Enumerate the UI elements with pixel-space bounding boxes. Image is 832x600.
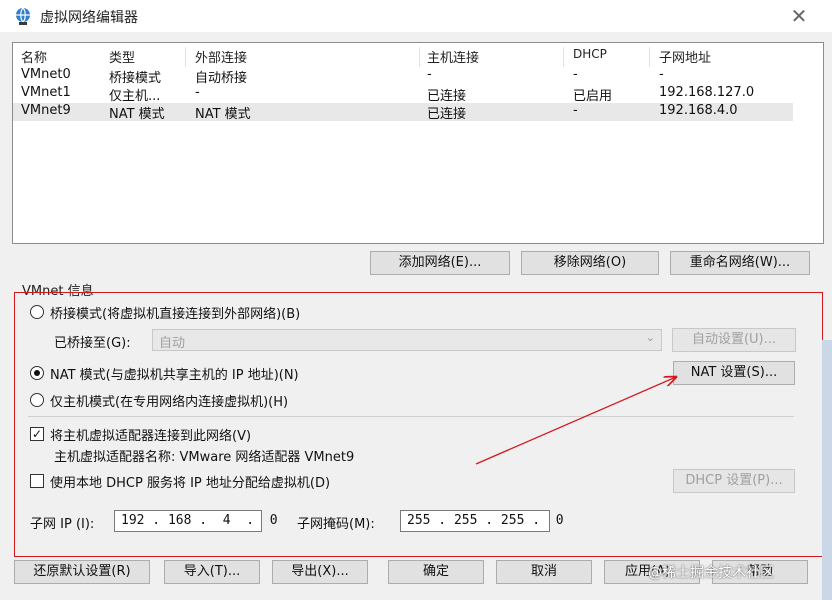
cell-name: VMnet1 <box>21 85 71 100</box>
close-icon[interactable]: ✕ <box>784 2 814 30</box>
add-network-button[interactable]: 添加网络(E)... <box>370 251 510 275</box>
restore-defaults-button[interactable]: 还原默认设置(R) <box>14 560 150 584</box>
host-only-radio[interactable] <box>30 393 44 407</box>
subnet-mask-label: 子网掩码(M): <box>297 517 375 532</box>
cancel-button[interactable]: 取消 <box>496 560 592 584</box>
cell-type: NAT 模式 <box>109 107 165 122</box>
column-header-type[interactable]: 类型 <box>109 47 135 66</box>
network-list[interactable]: 名称 类型 外部连接 主机连接 DHCP 子网地址 VMnet0 桥接模式 自动… <box>12 42 824 244</box>
cell-name: VMnet0 <box>21 67 71 82</box>
connect-adapter-checkbox[interactable]: ✓ <box>30 427 44 441</box>
import-button[interactable]: 导入(T)... <box>164 560 260 584</box>
host-only-label[interactable]: 仅主机模式(在专用网络内连接虚拟机)(H) <box>50 391 288 410</box>
chevron-down-icon: ⌄ <box>645 331 655 344</box>
network-globe-icon <box>16 7 30 25</box>
bridged-mode-radio[interactable] <box>30 305 44 319</box>
divider <box>28 416 794 417</box>
cell-host: 已连接 <box>427 89 467 104</box>
column-header-dhcp[interactable]: DHCP <box>573 47 607 61</box>
dhcp-checkbox[interactable] <box>30 474 44 488</box>
export-button[interactable]: 导出(X)... <box>272 560 368 584</box>
cell-subnet: 192.168.4.0 <box>659 103 738 118</box>
rename-network-button[interactable]: 重命名网络(W)... <box>670 251 810 275</box>
cell-external: 自动桥接 <box>195 71 248 86</box>
table-row-selected[interactable]: VMnet9 NAT 模式 NAT 模式 已连接 - 192.168.4.0 <box>13 103 793 122</box>
bridged-mode-label[interactable]: 桥接模式(将虚拟机直接连接到外部网络)(B) <box>50 303 300 322</box>
column-header-host[interactable]: 主机连接 <box>427 47 479 66</box>
subnet-mask-input[interactable]: 255 . 255 . 255 . 0 <box>400 510 564 532</box>
cell-name: VMnet9 <box>21 103 71 118</box>
connect-adapter-label[interactable]: 将主机虚拟适配器连接到此网络(V) <box>50 425 251 444</box>
remove-network-button[interactable]: 移除网络(O) <box>521 251 659 275</box>
bridged-to-value: 自动 <box>159 336 186 351</box>
cell-subnet: - <box>659 67 664 82</box>
cell-external: NAT 模式 <box>195 107 251 122</box>
cell-dhcp: - <box>573 67 578 82</box>
bridged-to-label: 已桥接至(G): <box>54 336 131 351</box>
subnet-ip-input[interactable]: 192 . 168 . 4 . 0 <box>114 510 278 532</box>
watermark: @稀土掘金技术社区 <box>648 565 774 581</box>
column-header-external[interactable]: 外部连接 <box>195 47 247 66</box>
auto-settings-button[interactable]: 自动设置(U)... <box>672 328 796 352</box>
nat-mode-radio[interactable] <box>30 366 44 380</box>
dhcp-settings-button[interactable]: DHCP 设置(P)... <box>673 469 795 493</box>
cell-host: 已连接 <box>427 107 467 122</box>
cell-host: - <box>427 67 432 82</box>
column-header-name[interactable]: 名称 <box>21 47 47 66</box>
nat-mode-label[interactable]: NAT 模式(与虚拟机共享主机的 IP 地址)(N) <box>50 364 299 383</box>
cell-dhcp: - <box>573 103 578 118</box>
cell-type: 仅主机... <box>109 89 161 104</box>
table-row[interactable]: VMnet0 桥接模式 自动桥接 - - - <box>13 67 793 86</box>
ok-button[interactable]: 确定 <box>388 560 484 584</box>
column-header-subnet[interactable]: 子网地址 <box>659 47 711 66</box>
list-header: 名称 类型 外部连接 主机连接 DHCP 子网地址 <box>13 47 823 67</box>
table-row[interactable]: VMnet1 仅主机... - 已连接 已启用 192.168.127.0 <box>13 85 793 104</box>
cell-external: - <box>195 85 200 100</box>
background-window-edge <box>822 340 832 600</box>
adapter-name-text: 主机虚拟适配器名称: VMware 网络适配器 VMnet9 <box>54 450 355 465</box>
cell-dhcp: 已启用 <box>573 89 613 104</box>
window-title: 虚拟网络编辑器 <box>40 10 138 26</box>
dhcp-label[interactable]: 使用本地 DHCP 服务将 IP 地址分配给虚拟机(D) <box>50 472 330 491</box>
bridged-to-select[interactable]: 自动 ⌄ <box>152 329 662 351</box>
subnet-ip-label: 子网 IP (I): <box>30 517 95 532</box>
cell-type: 桥接模式 <box>109 71 162 86</box>
cell-subnet: 192.168.127.0 <box>659 85 755 100</box>
nat-settings-button[interactable]: NAT 设置(S)... <box>673 361 795 385</box>
